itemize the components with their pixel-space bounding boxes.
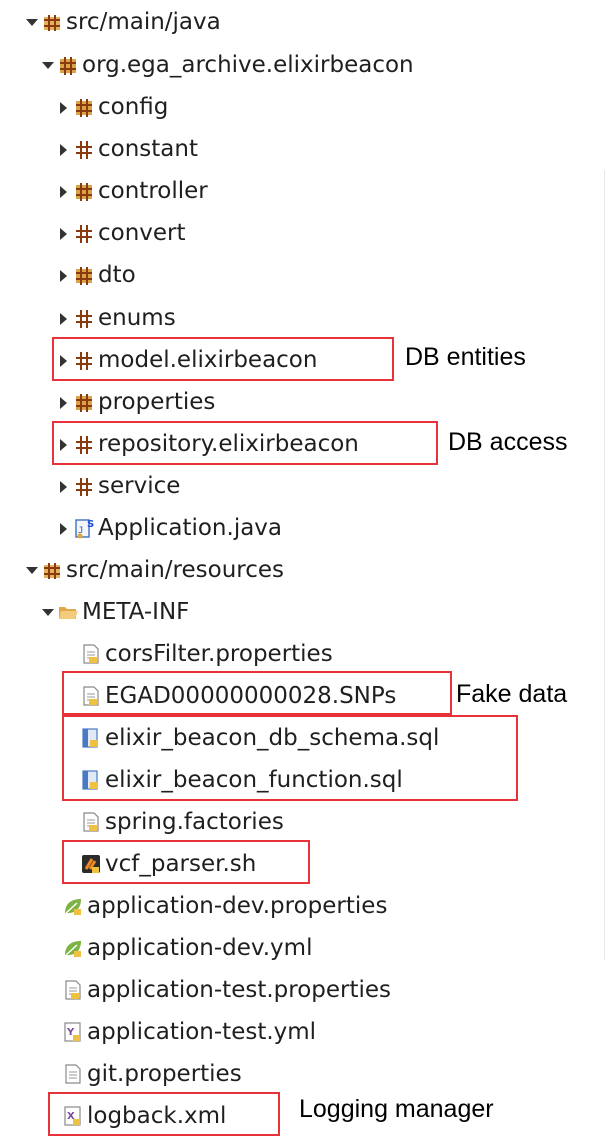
tree-item-label: service — [98, 473, 181, 499]
tree-item-application-java[interactable]: JS Application.java — [58, 510, 282, 546]
tree-item-label: dto — [98, 262, 136, 288]
source-folder-icon — [41, 559, 63, 581]
tree-item-package-convert[interactable]: convert — [58, 215, 186, 251]
highlight-box-sql-files — [62, 715, 518, 801]
package-icon — [73, 222, 95, 244]
spring-leaf-icon — [62, 895, 84, 917]
folder-open-icon — [57, 601, 79, 623]
tree-item-label: application-test.yml — [87, 1019, 317, 1045]
tree-item-package-constant[interactable]: constant — [58, 131, 198, 167]
tree-item-label: org.ega_archive.elixirbeacon — [82, 52, 414, 78]
package-icon — [73, 475, 95, 497]
tree-item-label: config — [98, 94, 169, 120]
tree-item-label: application-dev.yml — [87, 935, 313, 961]
tree-item-package-controller[interactable]: controller — [58, 173, 208, 209]
tree-item-label: properties — [98, 389, 216, 415]
expand-arrow-icon[interactable] — [58, 518, 70, 538]
annotation-db-access: DB access — [448, 428, 568, 456]
expand-arrow-icon[interactable] — [58, 476, 70, 496]
highlight-box-logback — [48, 1092, 280, 1136]
expand-arrow-icon[interactable] — [58, 223, 70, 243]
tree-item-package-enums[interactable]: enums — [58, 300, 176, 336]
tree-item-cors-filter[interactable]: corsFilter.properties — [80, 636, 333, 672]
collapse-arrow-icon[interactable] — [26, 560, 38, 580]
tree-item-package-root[interactable]: org.ega_archive.elixirbeacon — [42, 47, 414, 83]
tree-item-label: spring.factories — [105, 809, 284, 835]
tree-item-package-service[interactable]: service — [58, 468, 180, 504]
expand-arrow-icon[interactable] — [58, 265, 70, 285]
tree-item-app-test-yml[interactable]: Y application-test.yml — [62, 1014, 316, 1050]
package-icon — [73, 96, 95, 118]
tree-item-label: enums — [98, 305, 176, 331]
tree-item-label: src/main/resources — [66, 557, 285, 583]
expand-arrow-icon[interactable] — [58, 97, 70, 117]
highlight-box-model — [52, 337, 394, 381]
tree-item-label: Application.java — [98, 515, 283, 541]
java-class-icon: JS — [73, 517, 95, 539]
svg-text:S: S — [87, 519, 94, 530]
tree-item-label: src/main/java — [66, 9, 221, 35]
tree-item-package-properties[interactable]: properties — [58, 384, 215, 420]
spring-leaf-icon — [62, 937, 84, 959]
tree-item-src-main-resources[interactable]: src/main/resources — [26, 552, 284, 588]
tree-item-git-properties[interactable]: git.properties — [62, 1056, 242, 1092]
tree-item-src-main-java[interactable]: src/main/java — [26, 4, 221, 40]
annotation-db-entities: DB entities — [405, 343, 526, 371]
package-icon — [73, 138, 95, 160]
tree-item-app-dev-yml[interactable]: application-dev.yml — [62, 930, 312, 966]
package-icon — [73, 307, 95, 329]
collapse-arrow-icon[interactable] — [42, 55, 54, 75]
highlight-box-vcf-parser — [62, 840, 310, 884]
expand-arrow-icon[interactable] — [58, 181, 70, 201]
tree-item-label: corsFilter.properties — [105, 641, 333, 667]
package-icon — [73, 180, 95, 202]
tree-item-spring-factories[interactable]: spring.factories — [80, 804, 284, 840]
expand-arrow-icon[interactable] — [58, 308, 70, 328]
tree-item-app-dev-properties[interactable]: application-dev.properties — [62, 888, 387, 924]
text-file-icon — [62, 979, 84, 1001]
tree-item-label: convert — [98, 220, 186, 246]
package-icon — [57, 54, 79, 76]
annotation-logging-manager: Logging manager — [299, 1095, 494, 1123]
tree-item-package-dto[interactable]: dto — [58, 257, 136, 293]
text-file-icon — [80, 811, 102, 833]
text-file-icon — [62, 1063, 84, 1085]
tree-item-package-config[interactable]: config — [58, 89, 168, 125]
tree-item-label: application-dev.properties — [87, 893, 388, 919]
tree-item-label: META-INF — [82, 599, 190, 625]
expand-arrow-icon[interactable] — [58, 139, 70, 159]
expand-arrow-icon[interactable] — [58, 392, 70, 412]
highlight-box-snps — [62, 671, 452, 715]
package-icon — [73, 391, 95, 413]
collapse-arrow-icon[interactable] — [26, 12, 38, 32]
package-icon — [73, 264, 95, 286]
highlight-box-repository — [52, 421, 438, 465]
tree-item-label: application-test.properties — [87, 977, 392, 1003]
tree-item-meta-inf[interactable]: META-INF — [42, 594, 189, 630]
annotation-fake-data: Fake data — [456, 680, 568, 708]
collapse-arrow-icon[interactable] — [42, 602, 54, 622]
tree-item-label: git.properties — [87, 1061, 242, 1087]
tree-item-label: constant — [98, 136, 198, 162]
tree-item-label: controller — [98, 178, 208, 204]
yaml-file-icon: Y — [62, 1021, 84, 1043]
tree-item-app-test-properties[interactable]: application-test.properties — [62, 972, 391, 1008]
properties-file-icon — [80, 643, 102, 665]
source-folder-icon — [41, 11, 63, 33]
